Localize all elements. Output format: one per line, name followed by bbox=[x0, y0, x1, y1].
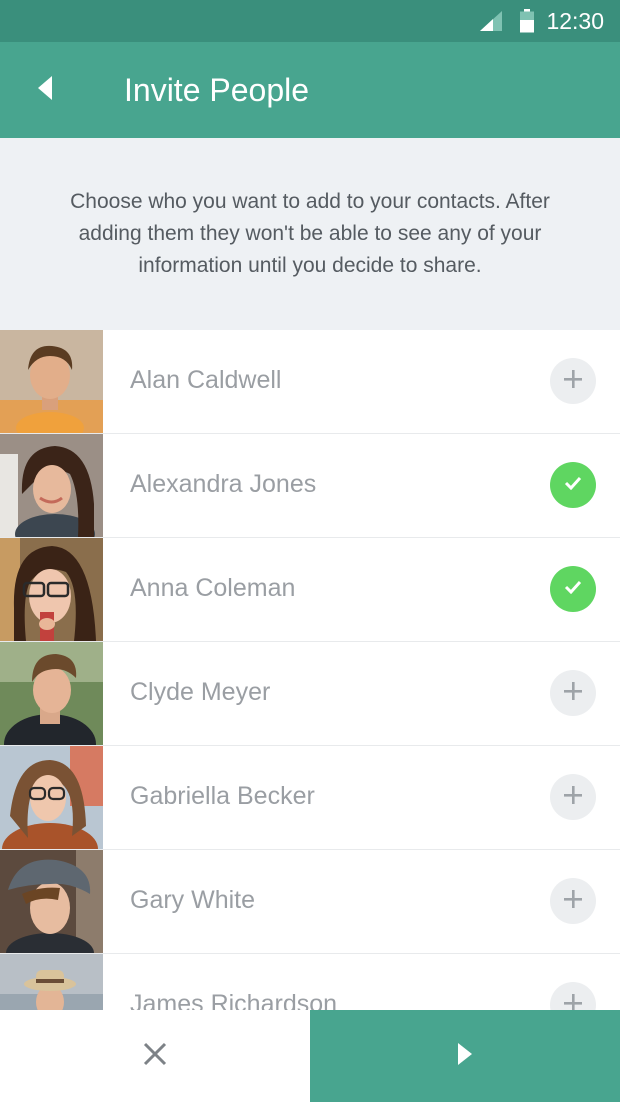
intro-text: Choose who you want to add to your conta… bbox=[70, 190, 550, 277]
add-contact-button[interactable] bbox=[550, 774, 596, 820]
contact-row[interactable]: James Richardson bbox=[0, 954, 620, 1010]
battery-icon bbox=[519, 9, 535, 38]
status-bar: 12:30 bbox=[0, 0, 620, 42]
plus-icon bbox=[564, 681, 582, 705]
arrow-right-icon bbox=[458, 1042, 472, 1070]
avatar bbox=[0, 746, 103, 849]
contact-name: Gary White bbox=[130, 886, 256, 914]
avatar bbox=[0, 434, 103, 537]
contact-name: Alexandra Jones bbox=[130, 470, 317, 498]
contact-name: Gabriella Becker bbox=[130, 782, 315, 810]
contact-list[interactable]: Alan Caldwell Alexandra Jones Anna Colem… bbox=[0, 330, 620, 1010]
contact-selected-toggle[interactable] bbox=[550, 566, 596, 612]
contact-name: James Richardson bbox=[130, 990, 338, 1010]
contact-row[interactable]: Gabriella Becker bbox=[0, 746, 620, 850]
add-contact-button[interactable] bbox=[550, 670, 596, 716]
back-button[interactable] bbox=[22, 66, 70, 114]
avatar bbox=[0, 330, 103, 433]
avatar bbox=[0, 642, 103, 745]
app-bar: Invite People bbox=[0, 42, 620, 138]
contact-name: Clyde Meyer bbox=[130, 678, 271, 706]
status-time: 12:30 bbox=[546, 8, 604, 34]
add-contact-button[interactable] bbox=[550, 982, 596, 1010]
plus-icon bbox=[564, 889, 582, 913]
avatar bbox=[0, 538, 103, 641]
intro-panel: Choose who you want to add to your conta… bbox=[0, 138, 620, 330]
contact-row[interactable]: Gary White bbox=[0, 850, 620, 954]
signal-icon bbox=[480, 11, 502, 36]
contact-name: Alan Caldwell bbox=[130, 366, 282, 394]
add-contact-button[interactable] bbox=[550, 878, 596, 924]
contact-row[interactable]: Alexandra Jones bbox=[0, 434, 620, 538]
contact-selected-toggle[interactable] bbox=[550, 462, 596, 508]
contact-row[interactable]: Anna Coleman bbox=[0, 538, 620, 642]
avatar bbox=[0, 954, 103, 1010]
bottom-bar bbox=[0, 1010, 620, 1102]
plus-icon bbox=[564, 993, 582, 1010]
next-button[interactable] bbox=[310, 1010, 620, 1102]
add-contact-button[interactable] bbox=[550, 358, 596, 404]
plus-icon bbox=[564, 369, 582, 393]
back-arrow-icon bbox=[38, 75, 54, 105]
checkmark-icon bbox=[564, 476, 582, 495]
page-title: Invite People bbox=[124, 72, 310, 108]
plus-icon bbox=[564, 785, 582, 809]
avatar bbox=[0, 850, 103, 953]
close-icon bbox=[143, 1042, 167, 1071]
cancel-button[interactable] bbox=[0, 1010, 310, 1102]
checkmark-icon bbox=[564, 580, 582, 599]
contact-row[interactable]: Clyde Meyer bbox=[0, 642, 620, 746]
contact-name: Anna Coleman bbox=[130, 574, 296, 602]
contact-row[interactable]: Alan Caldwell bbox=[0, 330, 620, 434]
